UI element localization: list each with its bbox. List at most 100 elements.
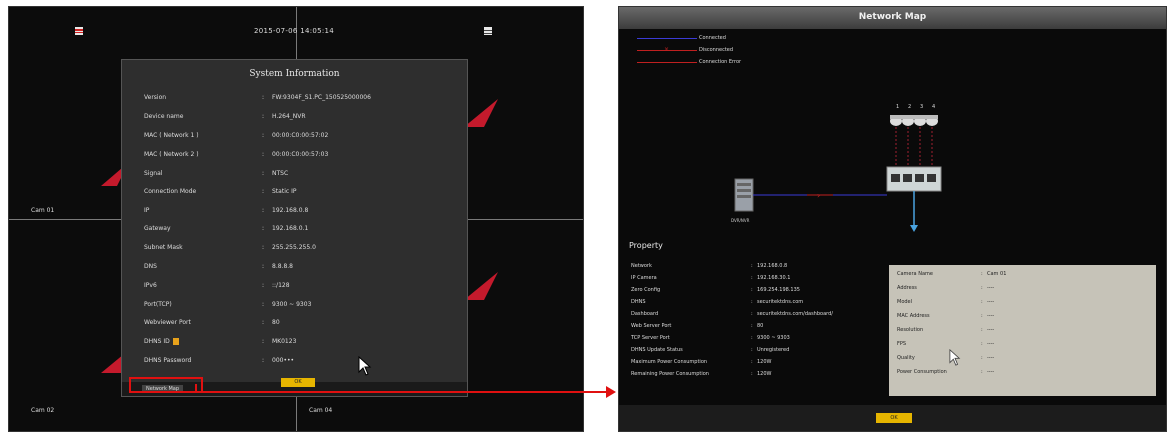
colon: : xyxy=(751,347,753,353)
colon: : xyxy=(262,319,265,326)
legend-line xyxy=(637,38,697,39)
property-label: Dashboard xyxy=(631,311,659,317)
colon: : xyxy=(981,271,983,277)
info-value: 9300 ~ 9303 xyxy=(272,301,312,308)
camera-value: ---- xyxy=(987,369,995,375)
dialog-title: System Information xyxy=(249,69,340,79)
port-number: 4 xyxy=(932,104,936,110)
colon: : xyxy=(751,323,753,329)
info-value: 8.8.8.8 xyxy=(272,263,293,270)
red-overlay-mark xyxy=(464,272,498,300)
info-value: 192.168.0.1 xyxy=(272,225,309,232)
colon: : xyxy=(981,299,983,305)
info-badge-icon[interactable] xyxy=(172,338,179,345)
info-label-text: DHNS ID xyxy=(144,338,170,345)
camera-value: Cam 01 xyxy=(987,271,1007,277)
port-number: 1 xyxy=(896,104,900,110)
colon: : xyxy=(981,369,983,375)
flag-icon xyxy=(75,27,83,35)
camera-value: ---- xyxy=(987,299,995,305)
property-value: 120W xyxy=(757,359,772,365)
property-value: 169.254.198.135 xyxy=(757,287,800,293)
ok-button[interactable]: OK xyxy=(281,378,315,387)
info-value: 000••• xyxy=(272,357,295,364)
property-heading: Property xyxy=(629,241,663,250)
legend-label: Disconnected xyxy=(699,47,734,53)
colon: : xyxy=(981,285,983,291)
property-label: Network xyxy=(631,263,652,269)
info-value: 255.255.255.0 xyxy=(272,244,316,251)
title-bar: Network Map xyxy=(619,7,1166,29)
grid-icon[interactable] xyxy=(484,27,492,35)
info-value: MK0123 xyxy=(272,338,297,345)
info-value: Static IP xyxy=(272,188,297,195)
legend-line xyxy=(637,62,697,63)
ip-camera-icon xyxy=(914,115,926,126)
property-value: 80 xyxy=(757,323,764,329)
colon: : xyxy=(751,299,753,305)
ip-camera-icon xyxy=(890,115,902,126)
property-value: Unregistered xyxy=(757,347,790,353)
info-value: 80 xyxy=(272,319,280,326)
colon: : xyxy=(751,263,753,269)
dvr-live-view-screen: 2015-07-06 14:05:14 Cam 01 Cam 02 Cam 04… xyxy=(8,6,584,432)
dvr-server-icon xyxy=(734,178,754,212)
ok-button[interactable]: OK xyxy=(876,413,912,423)
property-value: securitektdns.com/dashboard/ xyxy=(757,311,833,317)
camera-value: ---- xyxy=(987,327,995,333)
info-label: DHNS Password xyxy=(144,357,192,364)
port-number: 2 xyxy=(908,104,912,110)
colon: : xyxy=(262,225,265,232)
colon: : xyxy=(262,357,265,364)
info-value: ::/128 xyxy=(272,282,290,289)
info-value: 00:00:C0:00:57:03 xyxy=(272,151,329,158)
colon: : xyxy=(262,113,265,120)
system-information-dialog: System Information Version : FW:9304F_S1… xyxy=(121,59,468,397)
property-value: 120W xyxy=(757,371,772,377)
colon: : xyxy=(262,132,265,139)
colon: : xyxy=(262,301,265,308)
colon: : xyxy=(981,327,983,333)
legend-label: Connection Error xyxy=(699,59,742,65)
info-value: H.264_NVR xyxy=(272,113,306,120)
screen-title: Network Map xyxy=(858,12,927,22)
red-overlay-mark xyxy=(464,99,498,127)
colon: : xyxy=(751,359,753,365)
legend-label: Connected xyxy=(699,35,726,41)
property-value: 9300 ~ 9303 xyxy=(757,335,790,341)
colon: : xyxy=(751,371,753,377)
colon: : xyxy=(751,311,753,317)
camera-label: Cam 01 xyxy=(31,207,55,214)
network-topology-diagram: › xyxy=(734,115,942,232)
camera-label: Cam 02 xyxy=(31,407,55,414)
info-label: Subnet Mask xyxy=(144,244,183,251)
callout-arrow-head-icon xyxy=(606,386,616,398)
dvr-label: DVR/NVR xyxy=(731,218,750,223)
camera-value: ---- xyxy=(987,285,995,291)
info-label: Webviewer Port xyxy=(144,319,191,326)
info-label: DHNS ID xyxy=(144,338,254,345)
info-label: Device name xyxy=(144,113,184,120)
colon: : xyxy=(262,207,265,214)
colon: : xyxy=(262,94,265,101)
screen-footer: OK xyxy=(619,405,1166,431)
colon: : xyxy=(981,341,983,347)
colon: : xyxy=(262,338,265,345)
camera-label: Camera Name xyxy=(897,271,933,277)
colon: : xyxy=(751,287,753,293)
camera-label: Model xyxy=(897,299,913,305)
camera-label: Power Consumption xyxy=(897,369,947,375)
camera-label: Quality xyxy=(897,355,915,361)
property-label: Web Server Port xyxy=(631,323,672,329)
camera-value: ---- xyxy=(987,313,995,319)
property-label: Zero Config xyxy=(631,287,661,293)
colon: : xyxy=(751,335,753,341)
colon: : xyxy=(262,188,265,195)
network-map-highlight-box xyxy=(129,377,203,393)
ip-camera-icon xyxy=(902,115,914,126)
camera-label: Resolution xyxy=(897,327,924,333)
property-label: IP Camera xyxy=(631,275,657,281)
network-map-screen: Network Map Connected × Disconnected Con… xyxy=(618,6,1167,432)
colon: : xyxy=(981,355,983,361)
info-label: MAC ( Network 1 ) xyxy=(144,132,199,139)
